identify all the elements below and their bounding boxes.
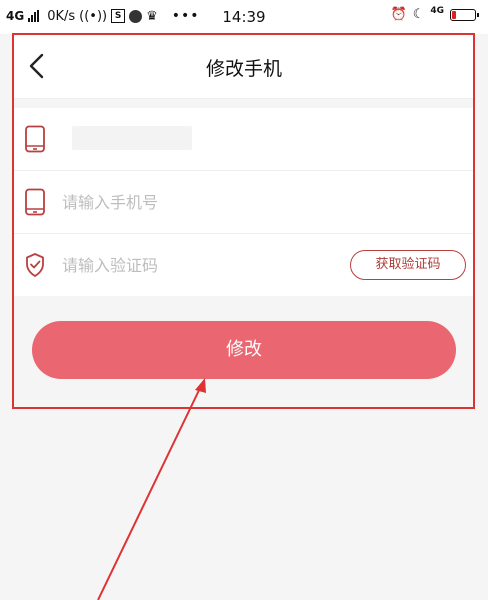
current-phone-value xyxy=(72,126,192,150)
status-bar: 4G 0K/s ((•)) S ♛ ••• 14:39 ⏰ ☾ 4G xyxy=(0,0,488,34)
shield-check-icon xyxy=(26,253,44,277)
new-phone-input[interactable] xyxy=(60,185,334,219)
new-phone-row xyxy=(14,171,474,234)
phone-icon xyxy=(25,125,45,153)
battery-icon xyxy=(450,8,479,21)
submit-button[interactable]: 修改 xyxy=(32,321,456,379)
change-phone-form: 获取验证码 xyxy=(14,108,474,296)
page-title: 修改手机 xyxy=(205,58,282,80)
phone-icon xyxy=(25,188,45,216)
moon-icon: ☾ xyxy=(412,7,425,22)
network-type-right: 4G xyxy=(430,5,444,16)
alarm-icon: ⏰ xyxy=(390,7,407,22)
get-code-button[interactable]: 获取验证码 xyxy=(350,250,466,280)
verification-code-input[interactable] xyxy=(60,248,334,282)
page-header: 修改手机 xyxy=(14,34,474,99)
current-phone-row xyxy=(14,108,474,171)
verification-code-row: 获取验证码 xyxy=(14,234,474,296)
status-right: ⏰ ☾ 4G xyxy=(390,5,479,22)
